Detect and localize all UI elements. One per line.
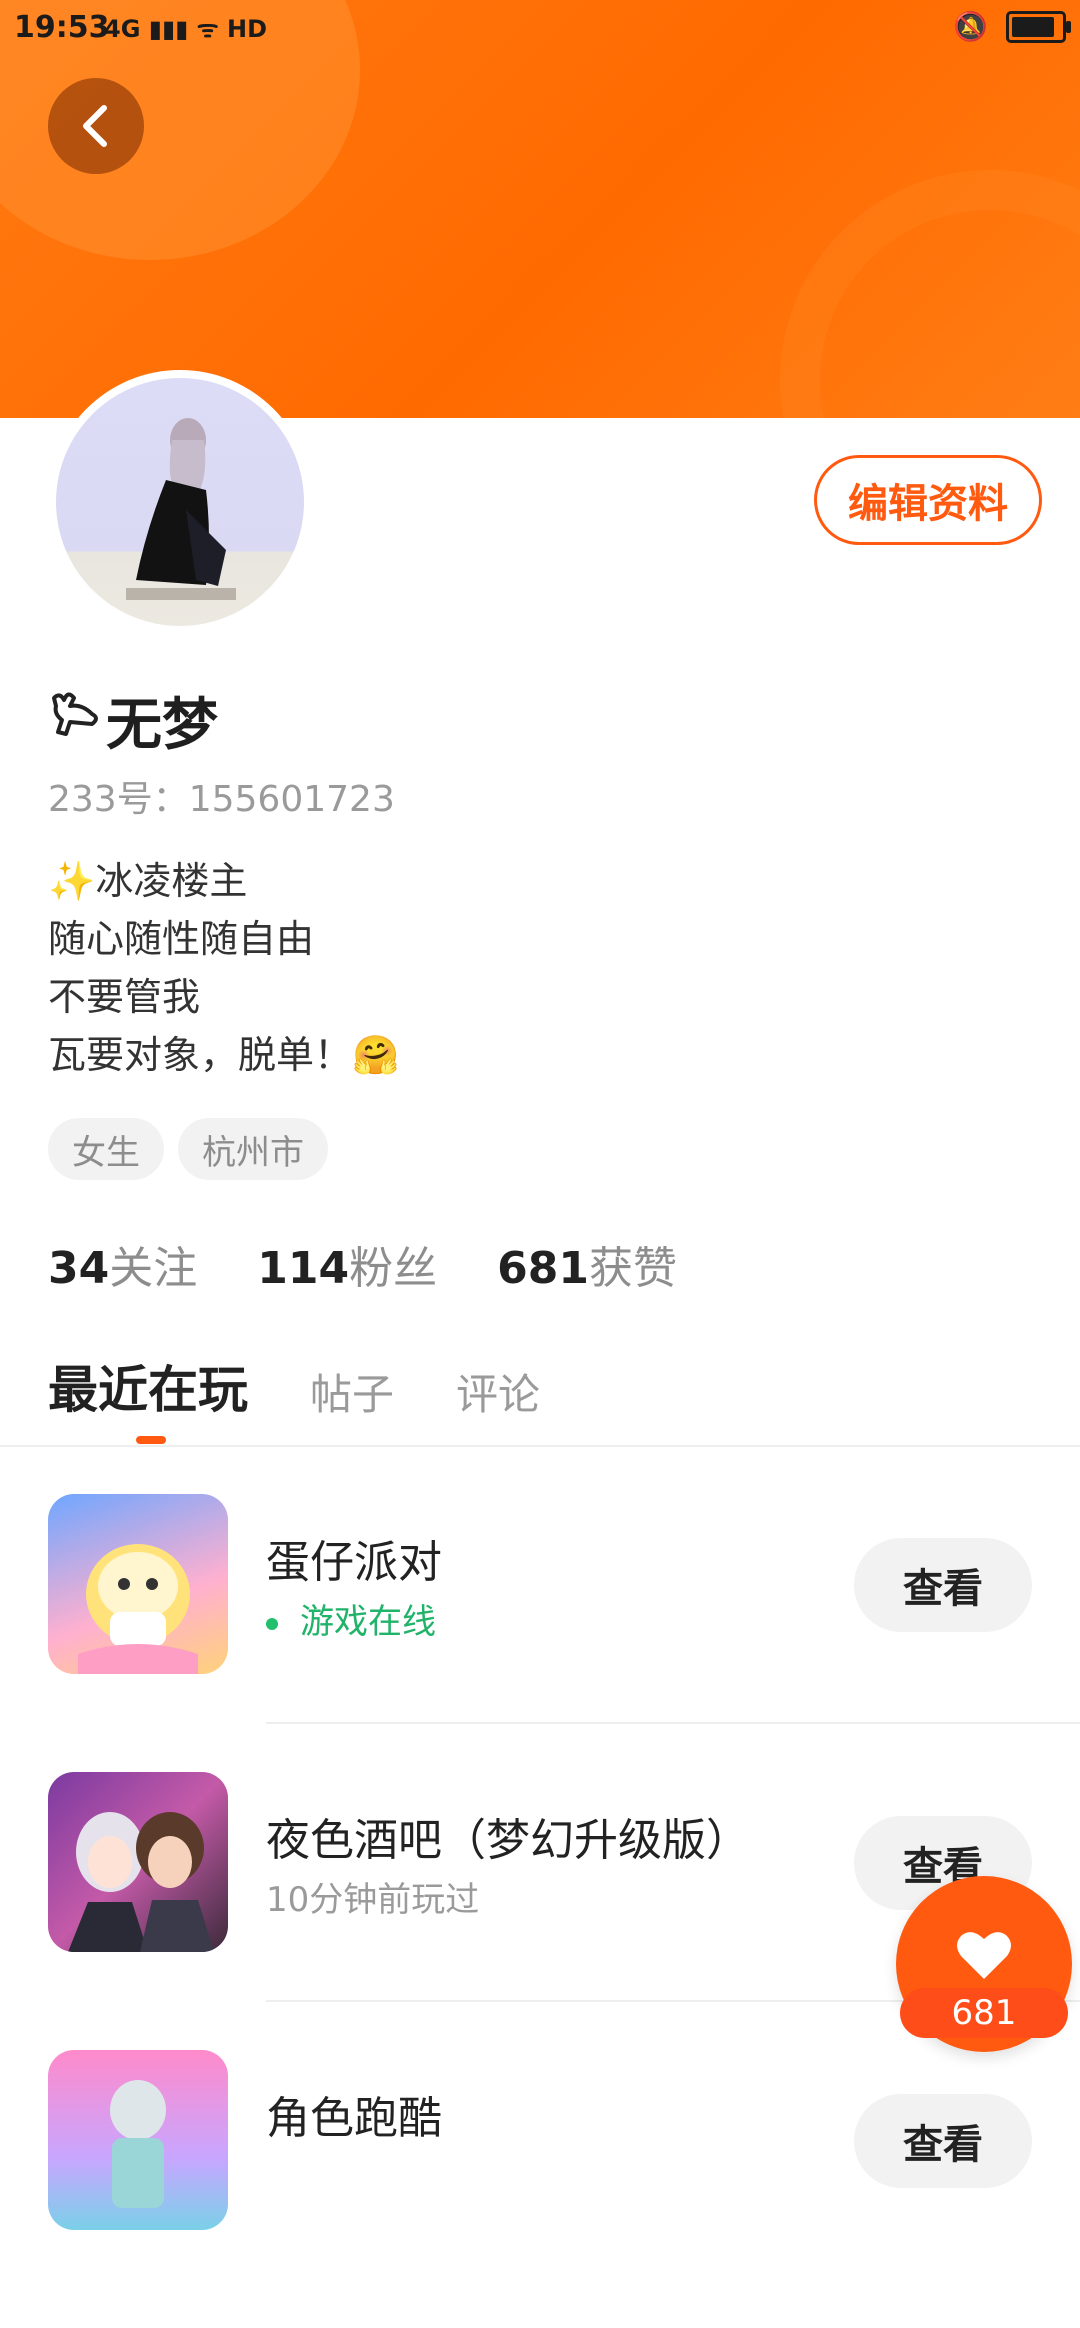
edit-profile-button[interactable]: 编辑资料 bbox=[814, 455, 1042, 545]
profile-tags: 女生 杭州市 bbox=[48, 1118, 328, 1180]
hd-label: HD bbox=[227, 15, 268, 43]
followers-count: 114 bbox=[257, 1243, 350, 1294]
chevron-left-icon bbox=[83, 105, 107, 147]
bio-line: 不要管我 bbox=[48, 975, 201, 1019]
location-tag: 杭州市 bbox=[178, 1118, 328, 1180]
battery-icon bbox=[1006, 10, 1071, 43]
followers-label: 粉丝 bbox=[349, 1243, 438, 1294]
game-icon bbox=[48, 2050, 228, 2230]
network-type: 4G bbox=[104, 15, 141, 43]
active-tab-indicator bbox=[136, 1436, 166, 1444]
likes-stat[interactable]: 681获赞 bbox=[497, 1232, 677, 1296]
signal-icon: 4G ▮▮▮ ᯤ HD bbox=[104, 15, 268, 43]
like-count-badge: 681 bbox=[900, 1988, 1068, 2038]
profile-bio: ✨冰凌楼主 随心随性随自由 不要管我 瓦要对象，脱单！🤗 bbox=[48, 852, 399, 1084]
game-title: 角色跑酷 bbox=[266, 2093, 442, 2144]
avatar-image bbox=[56, 378, 304, 626]
view-button[interactable]: 查看 bbox=[854, 1538, 1032, 1632]
view-button[interactable]: 查看 bbox=[854, 2094, 1032, 2188]
name-decoration-icon bbox=[48, 688, 102, 754]
following-stat[interactable]: 34关注 bbox=[48, 1232, 197, 1296]
game-title: 蛋仔派对 bbox=[266, 1537, 442, 1588]
row-divider bbox=[266, 1722, 1080, 1724]
game-status: 游戏在线 bbox=[266, 1594, 436, 1643]
status-right: 🔕 bbox=[953, 10, 1071, 43]
back-button[interactable] bbox=[48, 78, 144, 174]
avatar[interactable] bbox=[48, 370, 312, 634]
following-count: 34 bbox=[48, 1243, 110, 1294]
likes-label: 获赞 bbox=[588, 1243, 677, 1294]
list-item[interactable]: 蛋仔派对 游戏在线 查看 bbox=[0, 1494, 1080, 1772]
game-title: 夜色酒吧（梦幻升级版） bbox=[266, 1815, 750, 1866]
user-id: 233号：155601723 bbox=[48, 779, 395, 820]
followers-stat[interactable]: 114粉丝 bbox=[257, 1232, 437, 1296]
header-decoration bbox=[780, 170, 1080, 418]
status-bar: 19:53 4G ▮▮▮ ᯤ HD 🔕 bbox=[0, 0, 1080, 56]
tabs-divider bbox=[0, 1445, 1080, 1447]
tab-posts[interactable]: 帖子 bbox=[310, 1361, 394, 1422]
profile-name: 无梦 bbox=[48, 680, 218, 761]
gender-tag: 女生 bbox=[48, 1118, 164, 1180]
bio-line: 瓦要对象，脱单！🤗 bbox=[48, 1033, 400, 1077]
heart-icon bbox=[957, 1932, 1011, 1979]
bio-line: 随心随性随自由 bbox=[48, 917, 315, 961]
following-label: 关注 bbox=[109, 1243, 198, 1294]
tab-recent-games[interactable]: 最近在玩 bbox=[48, 1350, 248, 1422]
bio-line: ✨冰凌楼主 bbox=[48, 859, 248, 903]
game-icon bbox=[48, 1494, 228, 1674]
profile-header-banner bbox=[0, 0, 1080, 418]
profile-stats: 34关注 114粉丝 681获赞 bbox=[48, 1232, 677, 1296]
game-icon bbox=[48, 1772, 228, 1952]
game-status: 10分钟前玩过 bbox=[266, 1880, 480, 1920]
profile-tabs: 最近在玩 帖子 评论 bbox=[48, 1350, 540, 1422]
likes-count: 681 bbox=[497, 1243, 589, 1294]
profile-name-text: 无梦 bbox=[106, 693, 218, 758]
silent-bell-icon: 🔕 bbox=[953, 10, 988, 43]
tab-comments[interactable]: 评论 bbox=[456, 1361, 540, 1422]
list-item[interactable]: 角色跑酷 查看 bbox=[0, 2050, 1080, 2328]
status-time: 19:53 bbox=[14, 10, 110, 45]
avatar-character bbox=[126, 418, 236, 600]
